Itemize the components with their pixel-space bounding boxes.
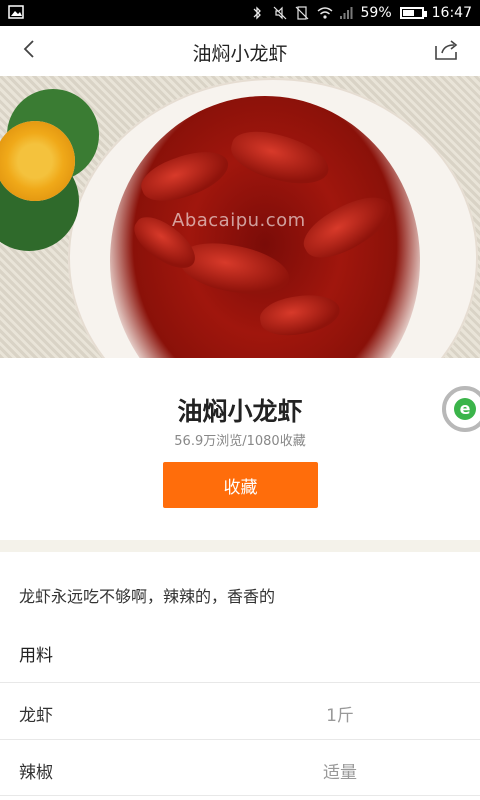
ingredient-name: 龙虾 bbox=[19, 706, 53, 726]
no-sim-icon bbox=[295, 6, 309, 20]
ingredients-title: 用料 bbox=[19, 646, 53, 666]
recipe-title: 油焖小龙虾 bbox=[177, 397, 303, 426]
bluetooth-icon bbox=[251, 6, 265, 20]
battery-percent: 59% bbox=[360, 5, 392, 21]
battery-icon bbox=[399, 7, 427, 19]
ingredient-name: 辣椒 bbox=[19, 763, 53, 783]
watermark: Abacaipu.com bbox=[172, 210, 306, 231]
page-title: 油焖小龙虾 bbox=[192, 43, 288, 65]
ingredient-row: 辣椒 适量 bbox=[0, 739, 480, 796]
recipe-description: 龙虾永远吃不够啊，辣辣的，香香的 bbox=[19, 587, 276, 606]
signal-icon bbox=[339, 6, 353, 20]
mute-icon bbox=[273, 6, 287, 20]
share-button[interactable] bbox=[432, 37, 462, 67]
clock: 16:47 bbox=[431, 5, 472, 21]
image-notification-icon bbox=[8, 5, 24, 23]
ingredient-row: 龙虾 1斤 bbox=[0, 682, 480, 739]
floating-badge-button[interactable]: e bbox=[442, 386, 480, 432]
section-divider bbox=[0, 540, 480, 552]
e-badge-icon: e bbox=[454, 398, 476, 420]
recipe-image: Abacaipu.com bbox=[0, 76, 480, 358]
ingredient-qty: 1斤 bbox=[326, 706, 354, 726]
recipe-info: 油焖小龙虾 56.9万浏览/1080收藏 收藏 e bbox=[0, 358, 480, 540]
wifi-icon bbox=[317, 6, 332, 20]
favorite-button[interactable]: 收藏 bbox=[163, 462, 318, 508]
flower-garnish bbox=[0, 121, 75, 201]
status-bar: 59% 16:47 bbox=[0, 0, 480, 26]
ingredients-list: 龙虾 1斤 辣椒 适量 bbox=[0, 682, 480, 796]
recipe-stats: 56.9万浏览/1080收藏 bbox=[174, 434, 306, 449]
ingredient-qty: 适量 bbox=[323, 763, 357, 783]
nav-bar: 油焖小龙虾 bbox=[0, 26, 480, 76]
share-icon bbox=[434, 39, 460, 65]
